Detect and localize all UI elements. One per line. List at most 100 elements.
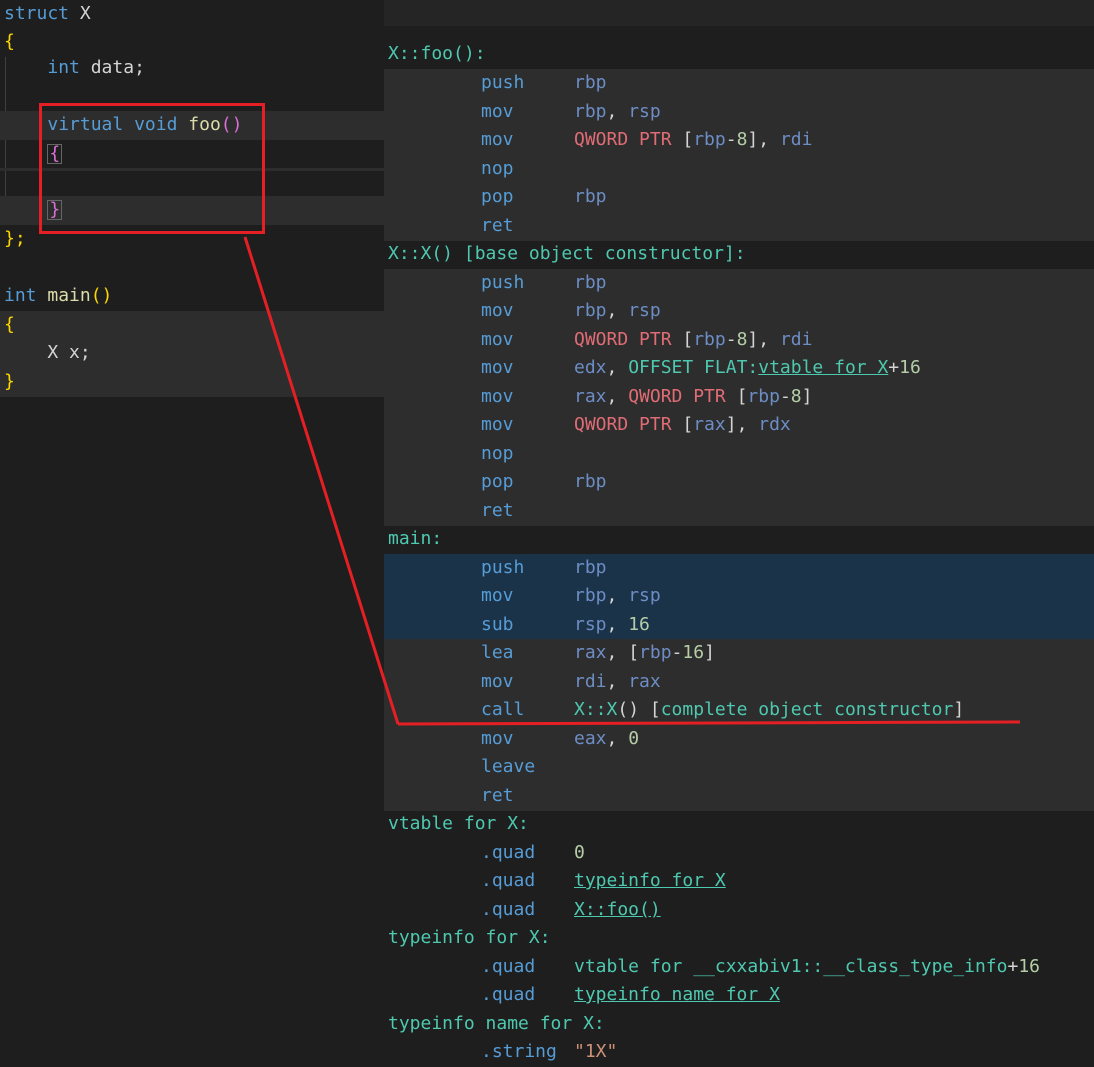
asm-line[interactable]: .quad X::foo() bbox=[384, 896, 1094, 925]
asm-line[interactable]: mov rbp, rsp bbox=[384, 98, 1094, 127]
asm-line[interactable]: leave bbox=[384, 753, 1094, 782]
label-text: main: bbox=[388, 528, 443, 549]
member-type: int bbox=[47, 57, 80, 78]
label-text: vtable for X: bbox=[388, 813, 529, 834]
asm-line[interactable]: .quad typeinfo name for X bbox=[384, 981, 1094, 1010]
mnemonic: leave bbox=[481, 756, 536, 777]
typeinfo-name-link[interactable]: typeinfo name for X bbox=[574, 984, 780, 1005]
asm-line[interactable]: ret bbox=[384, 212, 1094, 241]
mnemonic: ret bbox=[481, 785, 514, 806]
source-line-11[interactable]: int main() bbox=[0, 282, 384, 311]
member-name: data; bbox=[90, 57, 145, 78]
mnemonic: mov bbox=[481, 671, 514, 692]
asm-line[interactable]: mov QWORD PTR [rbp-8], rdi bbox=[384, 326, 1094, 355]
main-open-brace: { bbox=[4, 314, 15, 335]
mnemonic: nop bbox=[481, 443, 514, 464]
asm-line[interactable]: pop rbp bbox=[384, 468, 1094, 497]
asm-line[interactable]: mov eax, 0 bbox=[384, 725, 1094, 754]
asm-label-typeinfo[interactable]: typeinfo for X: bbox=[384, 924, 1094, 953]
mnemonic: mov bbox=[481, 329, 514, 350]
asm-line[interactable]: nop bbox=[384, 155, 1094, 184]
asm-line[interactable]: mov QWORD PTR [rax], rdx bbox=[384, 411, 1094, 440]
label-text: typeinfo name for X: bbox=[388, 1013, 605, 1034]
mnemonic: mov bbox=[481, 129, 514, 150]
mnemonic: mov bbox=[481, 101, 514, 122]
asm-line[interactable]: mov rbp, rsp bbox=[384, 297, 1094, 326]
mnemonic: mov bbox=[481, 728, 514, 749]
main-name: main bbox=[47, 285, 91, 306]
asm-label-typeinfo-name[interactable]: typeinfo name for X: bbox=[384, 1010, 1094, 1039]
label-text: X::foo(): bbox=[388, 43, 486, 64]
mnemonic: lea bbox=[481, 642, 514, 663]
mnemonic: mov bbox=[481, 585, 514, 606]
main-parens: () bbox=[90, 285, 113, 306]
asm-line[interactable]: pop rbp bbox=[384, 183, 1094, 212]
asm-line[interactable]: push rbp bbox=[384, 269, 1094, 298]
source-line-14[interactable]: } bbox=[0, 368, 384, 397]
struct-name: X bbox=[79, 3, 91, 24]
label-text: X::X() [base object constructor]: bbox=[388, 243, 746, 264]
assembly-output-pane[interactable]: X::foo(): push rbp mov rbp, rsp mov QWORD P… bbox=[384, 26, 1094, 1062]
mnemonic: call bbox=[481, 699, 525, 720]
mnemonic: nop bbox=[481, 158, 514, 179]
asm-label-ctor[interactable]: X::X() [base object constructor]: bbox=[384, 240, 1094, 269]
mnemonic: mov bbox=[481, 386, 514, 407]
mnemonic: mov bbox=[481, 300, 514, 321]
mnemonic: mov bbox=[481, 357, 514, 378]
asm-pane-header bbox=[384, 0, 1094, 26]
main-close-brace: } bbox=[4, 371, 15, 392]
asm-line[interactable]: .quad 0 bbox=[384, 839, 1094, 868]
mnemonic: push bbox=[481, 557, 525, 578]
asm-line[interactable]: sub rsp, 16 bbox=[384, 611, 1094, 640]
typeinfo-link[interactable]: typeinfo for X bbox=[574, 870, 726, 891]
main-return-type: int bbox=[4, 285, 37, 306]
mnemonic: sub bbox=[481, 614, 514, 635]
asm-line[interactable]: ret bbox=[384, 497, 1094, 526]
asm-line[interactable]: mov rax, QWORD PTR [rbp-8] bbox=[384, 383, 1094, 412]
asm-line[interactable]: push rbp bbox=[384, 69, 1094, 98]
asm-line[interactable]: ret bbox=[384, 782, 1094, 811]
asm-label-foo[interactable]: X::foo(): bbox=[384, 40, 1094, 69]
asm-line[interactable]: mov edx, OFFSET FLAT:vtable for X+16 bbox=[384, 354, 1094, 383]
mnemonic: .string bbox=[481, 1041, 557, 1062]
mnemonic: push bbox=[481, 72, 525, 93]
mnemonic: .quad bbox=[481, 870, 536, 891]
label-text: typeinfo for X: bbox=[388, 927, 551, 948]
mnemonic: ret bbox=[481, 215, 514, 236]
foo-link[interactable]: X::foo() bbox=[574, 899, 661, 920]
asm-line[interactable]: .quad vtable for __cxxabiv1::__class_type… bbox=[384, 953, 1094, 982]
asm-line[interactable]: push rbp bbox=[384, 554, 1094, 583]
mnemonic: mov bbox=[481, 414, 514, 435]
annotation-highlight-box bbox=[39, 103, 265, 234]
asm-line[interactable]: mov QWORD PTR [rbp-8], rdi bbox=[384, 126, 1094, 155]
asm-line[interactable]: mov rbp, rsp bbox=[384, 582, 1094, 611]
vtable-link[interactable]: vtable for X bbox=[758, 357, 888, 378]
mnemonic: .quad bbox=[481, 899, 536, 920]
asm-line-call[interactable]: call X::X() [complete object constructor] bbox=[384, 696, 1094, 725]
source-line-13[interactable]: X x; bbox=[0, 339, 384, 368]
struct-close-brace: }; bbox=[4, 228, 26, 249]
mnemonic: pop bbox=[481, 471, 514, 492]
string-literal: "1X" bbox=[574, 1041, 618, 1062]
operand: 0 bbox=[574, 842, 585, 863]
asm-line[interactable]: .quad typeinfo for X bbox=[384, 867, 1094, 896]
var-decl: X x; bbox=[47, 342, 91, 363]
mnemonic: .quad bbox=[481, 956, 536, 977]
struct-keyword: struct bbox=[4, 3, 70, 24]
mnemonic: .quad bbox=[481, 842, 536, 863]
mnemonic: push bbox=[481, 272, 525, 293]
mnemonic: ret bbox=[481, 500, 514, 521]
mnemonic: .quad bbox=[481, 984, 536, 1005]
asm-line[interactable]: lea rax, [rbp-16] bbox=[384, 639, 1094, 668]
asm-line[interactable]: nop bbox=[384, 440, 1094, 469]
asm-line[interactable]: mov rdi, rax bbox=[384, 668, 1094, 697]
asm-label-vtable[interactable]: vtable for X: bbox=[384, 810, 1094, 839]
asm-line[interactable]: .string "1X" bbox=[384, 1038, 1094, 1067]
asm-label-main[interactable]: main: bbox=[384, 525, 1094, 554]
struct-open-brace: { bbox=[4, 31, 15, 52]
source-line-3[interactable]: int data; bbox=[0, 54, 384, 83]
source-line-1[interactable]: struct X bbox=[0, 0, 384, 29]
mnemonic: pop bbox=[481, 186, 514, 207]
source-line-2[interactable]: { bbox=[0, 28, 384, 57]
source-line-12[interactable]: { bbox=[0, 311, 384, 340]
